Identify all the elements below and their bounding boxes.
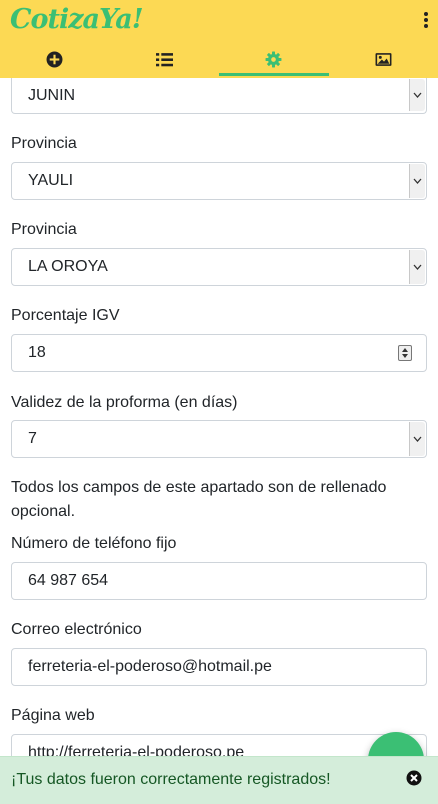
tab-settings[interactable] <box>219 40 329 78</box>
optional-fields-note: Todos los campos de este apartado son de… <box>11 479 387 520</box>
phone-input-value: 64 987 654 <box>28 572 109 589</box>
email-input-value: ferreteria-el-poderoso@hotmail.pe <box>28 658 272 675</box>
tab-bar <box>0 40 438 78</box>
phone-input[interactable]: 64 987 654 <box>11 562 427 600</box>
phone-label: Número de teléfono fijo <box>11 535 177 552</box>
image-icon <box>375 52 392 66</box>
igv-input-value: 18 <box>28 344 46 361</box>
validez-label: Validez de la proforma (en días) <box>11 394 238 411</box>
region-select-value: JUNIN <box>28 87 76 104</box>
chevron-down-icon <box>409 250 425 284</box>
chevron-down-icon <box>409 422 425 456</box>
validez-select-value: 7 <box>28 430 37 447</box>
close-icon[interactable] <box>406 770 422 786</box>
tab-images[interactable] <box>329 40 438 78</box>
chevron-down-icon <box>409 164 425 198</box>
distrito-select[interactable]: LA OROYA <box>11 248 427 286</box>
provincia-select-value: YAULI <box>28 172 74 189</box>
distrito-select-value: LA OROYA <box>28 258 108 275</box>
number-spinner-icon[interactable] <box>398 345 412 361</box>
web-label: Página web <box>11 707 95 724</box>
email-input[interactable]: ferreteria-el-poderoso@hotmail.pe <box>11 648 427 686</box>
app-bar: CotizaYa! <box>0 0 438 78</box>
igv-input[interactable]: 18 <box>11 334 427 372</box>
igv-label: Porcentaje IGV <box>11 307 120 324</box>
validez-select[interactable]: 7 <box>11 420 427 458</box>
provincia-select[interactable]: YAULI <box>11 162 427 200</box>
distrito-label: Provincia <box>11 221 77 238</box>
tab-list[interactable] <box>110 40 220 78</box>
chevron-down-icon <box>409 79 425 111</box>
tab-new-quote[interactable] <box>0 40 110 78</box>
app-logo: CotizaYa! <box>10 4 144 35</box>
email-label: Correo electrónico <box>11 621 142 638</box>
toast-message: ¡Tus datos fueron correctamente registra… <box>11 771 331 788</box>
plus-circle-icon <box>46 51 63 67</box>
success-toast: ¡Tus datos fueron correctamente registra… <box>0 756 438 804</box>
region-select[interactable]: JUNIN <box>11 78 427 114</box>
list-icon <box>155 52 173 66</box>
provincia-label: Provincia <box>11 135 77 152</box>
more-options-icon[interactable] <box>422 12 430 32</box>
gear-icon <box>265 51 282 67</box>
